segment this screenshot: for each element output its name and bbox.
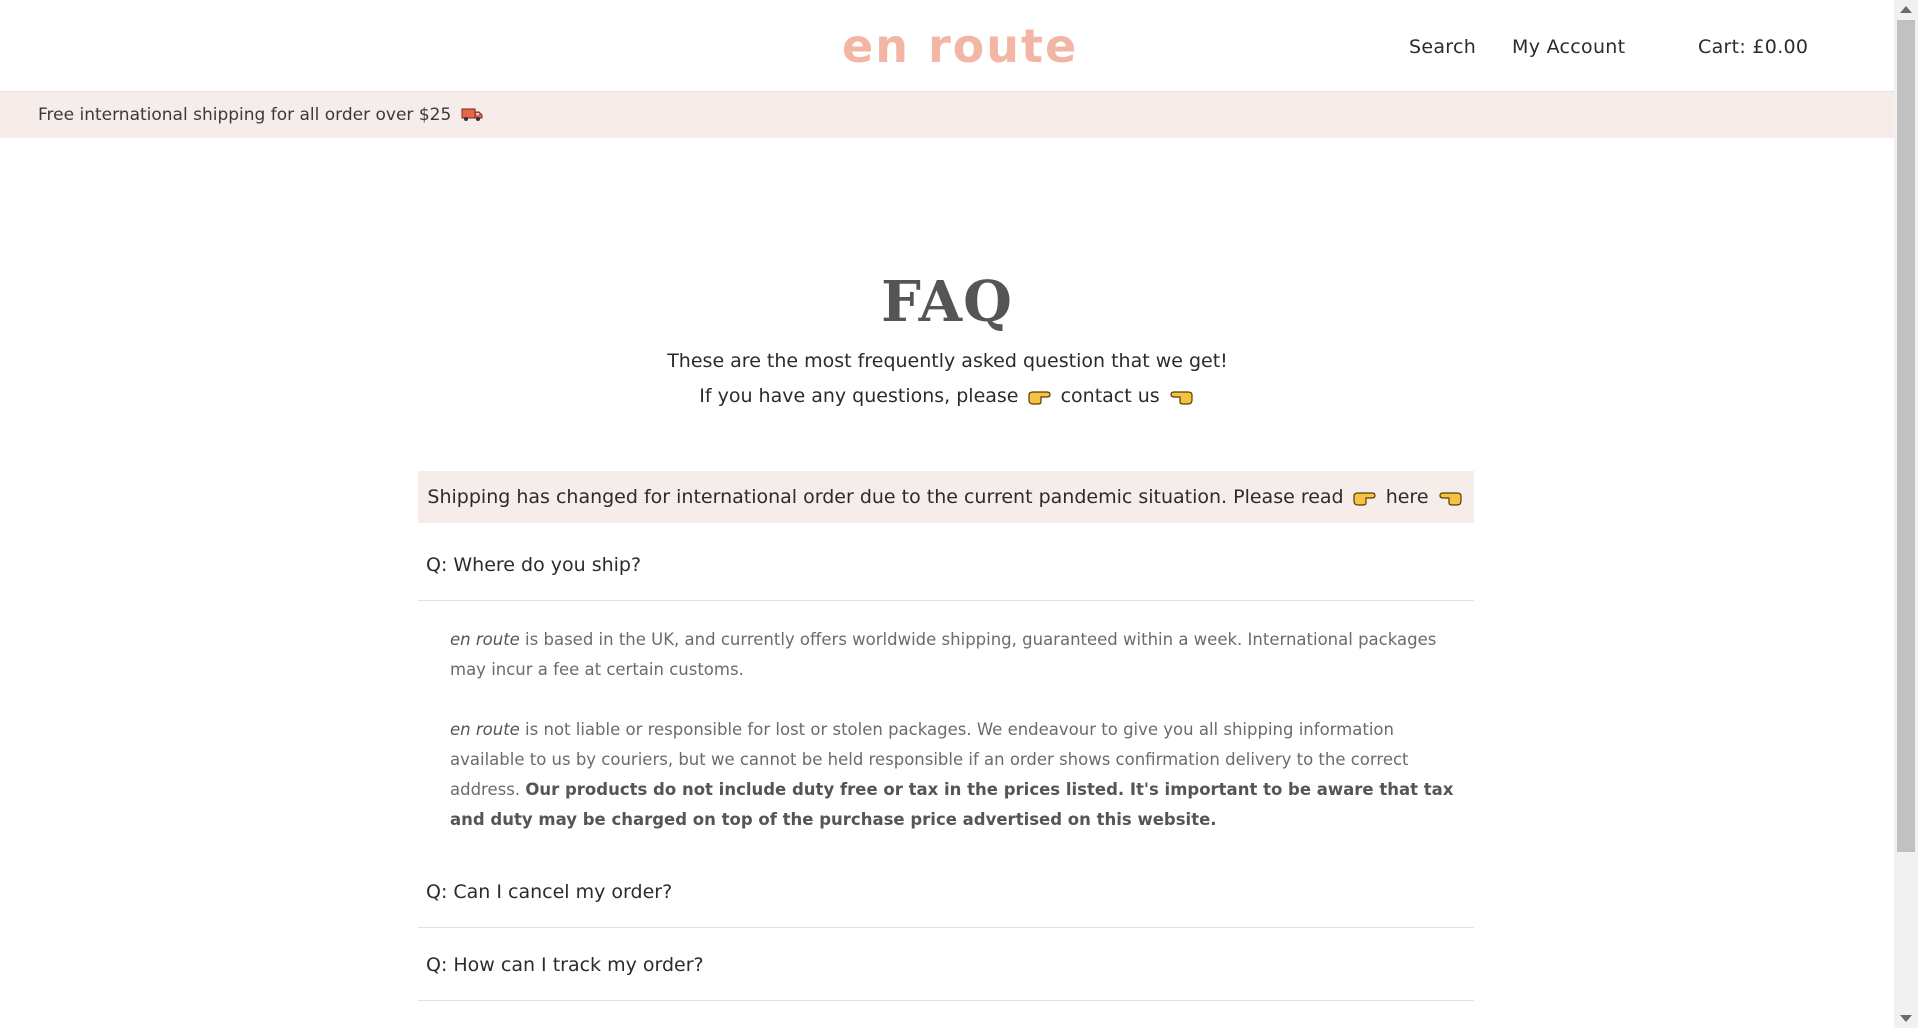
faq-question: Q: How can I track my order? (426, 954, 704, 976)
pointing-right-hand-icon (1027, 391, 1051, 405)
site-header: en route Search My Account Cart: £0.00 (0, 0, 1894, 92)
brand-name: en route (450, 720, 520, 739)
answer-text: is based in the UK, and currently offers… (450, 630, 1437, 679)
faq-question: Q: Can I cancel my order? (426, 881, 673, 903)
nav-search-link[interactable]: Search (1409, 34, 1476, 60)
faq-answer: en route is based in the UK, and current… (450, 625, 1460, 865)
nav-my-account-link[interactable]: My Account (1512, 34, 1625, 60)
pointing-left-hand-icon (1170, 391, 1193, 405)
faq-question: Q: Where do you ship? (426, 554, 642, 576)
brand-name: en route (450, 630, 520, 649)
faq-item: Q: Where do you ship? (418, 529, 1474, 601)
contact-us-link[interactable]: contact us (1061, 385, 1160, 407)
shipping-notice-text: Shipping has changed for international o… (427, 486, 1344, 508)
faq-question-toggle[interactable]: Q: How can I track my order? (418, 929, 1474, 1001)
faq-question-toggle[interactable]: Q: Can I cancel my order? (418, 856, 1474, 928)
nav-cart-link[interactable]: Cart: £0.00 (1698, 34, 1808, 60)
pointing-left-hand-icon (1438, 492, 1462, 506)
vertical-scrollbar[interactable] (1894, 0, 1918, 1028)
shipping-notice-banner: Shipping has changed for international o… (418, 471, 1474, 523)
faq-question-toggle[interactable]: Q: Where do you ship? (418, 529, 1474, 601)
faq-answer-paragraph: en route is based in the UK, and current… (450, 625, 1460, 685)
announcement-bar: Free international shipping for all orde… (0, 92, 1894, 138)
scroll-down-arrow-icon[interactable] (1900, 1015, 1912, 1022)
faq-item: Q: How can I track my order? (418, 929, 1474, 1001)
page: en route Search My Account Cart: £0.00 F… (0, 0, 1894, 1028)
scrollbar-thumb[interactable] (1897, 20, 1915, 852)
announcement-text-wrap: Free international shipping for all orde… (38, 104, 483, 126)
intro-text: These are the most frequently asked ques… (660, 344, 1235, 414)
pointing-right-hand-icon (1353, 492, 1376, 506)
shipping-notice-here-link[interactable]: here (1386, 486, 1429, 508)
delivery-truck-icon (461, 108, 483, 121)
site-logo[interactable]: en route (842, 18, 1078, 74)
scroll-up-arrow-icon[interactable] (1900, 6, 1912, 13)
faq-item: Q: Can I cancel my order? (418, 856, 1474, 928)
answer-bold-text: Our products do not include duty free or… (450, 780, 1454, 829)
page-title: FAQ (881, 269, 1013, 335)
announcement-text: Free international shipping for all orde… (38, 105, 452, 125)
faq-answer-paragraph: en route is not liable or responsible fo… (450, 715, 1460, 835)
